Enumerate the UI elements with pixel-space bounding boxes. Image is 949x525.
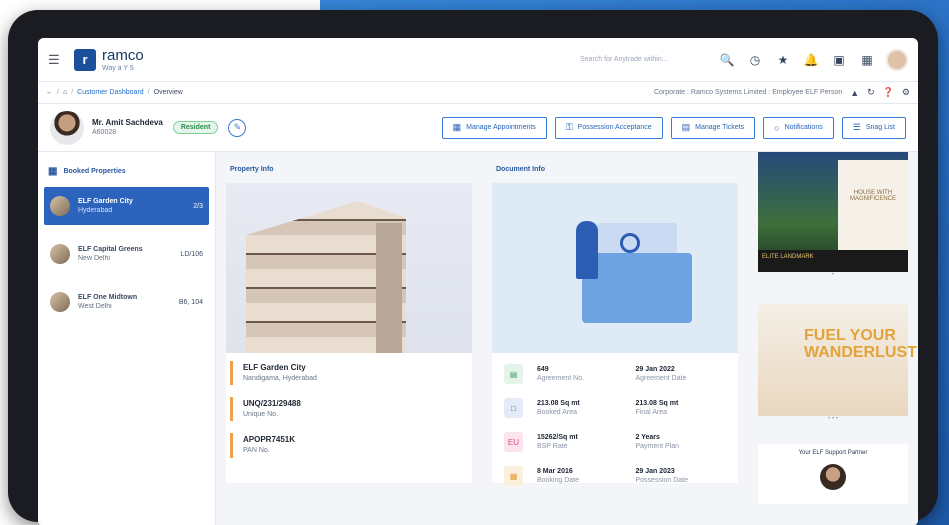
calendar-icon: ▦ — [452, 122, 462, 132]
calendar-icon: ▦ — [504, 466, 523, 486]
eu-icon: EU — [504, 432, 523, 452]
search-input[interactable]: Search for Anytrade within... — [580, 56, 710, 63]
property-thumbnail — [50, 244, 70, 264]
support-title: Your ELF Support Partner — [798, 450, 868, 456]
pin-icon[interactable]: ▲ — [850, 88, 859, 98]
building-image — [226, 183, 472, 353]
breadcrumb: ← / ⌂ / Customer Dashboard / Overview Corpo… — [38, 82, 918, 104]
info-item: ELF Garden City Nandigama, Hyderabad — [230, 361, 472, 386]
customer-avatar — [50, 110, 84, 145]
history-icon[interactable]: ◷ — [744, 49, 766, 71]
brand-name: ramco — [102, 46, 144, 64]
list-icon: ☰ — [852, 122, 861, 132]
breadcrumb-item-dashboard[interactable]: Customer Dashboard — [77, 89, 144, 96]
property-thumbnail — [50, 196, 70, 216]
breadcrumb-right: Corporate : Ramco Systems Limited : Empl… — [654, 87, 910, 98]
bell-icon: ○ — [774, 122, 780, 133]
carousel-dots[interactable]: • • • — [758, 416, 908, 426]
key-icon: ⚿ — [565, 122, 573, 132]
user-avatar[interactable] — [886, 48, 908, 71]
manage-tickets-button[interactable]: ▤ Manage Tickets — [670, 116, 756, 139]
carousel-dots[interactable]: • — [758, 272, 908, 282]
document-illustration — [492, 183, 738, 353]
document-row: □ 213.08 Sq mt Booked Area 213.08 Sq mt Fi… — [496, 393, 734, 423]
building-icon: ▦ — [48, 166, 58, 177]
customer-header: Mr. Amit Sachdeva A60028 Resident ✎ ▦ Man… — [38, 104, 918, 152]
brand: ramco Way a Y 5 — [102, 48, 144, 72]
ad-caption: ELITE LANDMARK — [758, 250, 908, 272]
info-item: UNQ/231/29488 Unique No. — [230, 397, 472, 422]
back-icon[interactable]: ← — [46, 89, 53, 96]
advertisement-banner[interactable]: HOUSE WITH MAGNIFICENCE ELITE LANDMARK — [758, 152, 908, 272]
property-info-panel: Property Info ELF Garden City Nandigama, … — [216, 152, 482, 525]
screen-icon[interactable]: ▣ — [828, 49, 850, 71]
document-info-panel: Document Info ▤ 649 Agreement No. 29 Jan … — [482, 152, 748, 525]
possession-acceptance-button[interactable]: ⚿ Possession Acceptance — [554, 116, 663, 139]
document-row: ▤ 649 Agreement No. 29 Jan 2022 Agreement … — [496, 359, 734, 389]
manage-appointments-button[interactable]: ▦ Manage Appointments — [441, 116, 547, 139]
support-partner-card: Your ELF Support Partner — [758, 444, 908, 504]
info-item: APOPR7451K PAN No. — [230, 433, 472, 458]
refresh-icon[interactable]: ↻ — [867, 87, 875, 98]
document-row: EU 15262/Sq mt BSP Rate 2 Years Payment Pl… — [496, 427, 734, 457]
app-screen: ☰ r ramco Way a Y 5 Search for Anytrade … — [38, 38, 918, 525]
settings-icon[interactable]: ⚙ — [902, 87, 910, 98]
notifications-button[interactable]: ○ Notifications — [763, 116, 834, 139]
help-icon[interactable]: ❓ — [883, 87, 894, 98]
menu-icon[interactable]: ☰ — [48, 52, 62, 68]
status-badge: Resident — [172, 121, 219, 134]
ticket-icon: ▤ — [681, 122, 691, 132]
top-bar: ☰ r ramco Way a Y 5 Search for Anytrade … — [38, 38, 918, 82]
context-selector[interactable]: Corporate : Ramco Systems Limited : Empl… — [654, 89, 842, 96]
booked-properties-panel: ▦ Booked Properties ELF Garden City Hydera… — [38, 152, 216, 525]
document-row: ▦ 8 Mar 2016 Booking Date 29 Jan 2023 Poss… — [496, 461, 734, 491]
property-card[interactable]: ELF Capital Greens New Delhi LD/106 — [44, 235, 209, 273]
star-icon[interactable]: ★ — [772, 49, 794, 71]
ads-panel: HOUSE WITH MAGNIFICENCE ELITE LANDMARK •… — [748, 152, 918, 525]
notification-bell-icon[interactable]: 🔔 — [800, 49, 822, 71]
tablet-frame: ☰ r ramco Way a Y 5 Search for Anytrade … — [8, 10, 938, 525]
panel-title: Property Info — [230, 166, 274, 173]
property-card[interactable]: ELF Garden City Hyderabad 2/3 — [44, 187, 209, 225]
breadcrumb-item-overview: Overview — [153, 89, 183, 96]
main-content: ▦ Booked Properties ELF Garden City Hydera… — [38, 152, 918, 525]
pdf-icon: ▤ — [504, 364, 523, 384]
customer-id: A60028 — [92, 129, 117, 137]
ramco-logo-icon: r — [74, 48, 96, 71]
support-avatar — [820, 464, 846, 490]
property-card[interactable]: ELF One Midtown West Delhi B6, 104 — [44, 283, 209, 321]
customer-name: Mr. Amit Sachdeva — [92, 117, 163, 127]
ad-headline: FUEL YOUR WANDERLUST — [804, 327, 917, 361]
advertisement-banner[interactable]: FUEL YOUR WANDERLUST — [758, 304, 917, 416]
property-thumbnail — [50, 292, 70, 312]
panel-title: Document Info — [496, 166, 545, 173]
action-bar: ▦ Manage Appointments ⚿ Possession Accepta… — [441, 116, 906, 139]
snag-list-button[interactable]: ☰ Snag List — [841, 116, 906, 139]
panel-title: Booked Properties — [63, 168, 126, 175]
search-icon[interactable]: 🔍 — [716, 49, 738, 71]
brand-tagline: Way a Y 5 — [102, 64, 134, 72]
home-icon[interactable]: ⌂ — [63, 89, 67, 96]
apps-grid-icon[interactable]: ▦ — [856, 49, 878, 71]
edit-icon[interactable]: ✎ — [228, 118, 247, 137]
area-icon: □ — [504, 398, 523, 418]
